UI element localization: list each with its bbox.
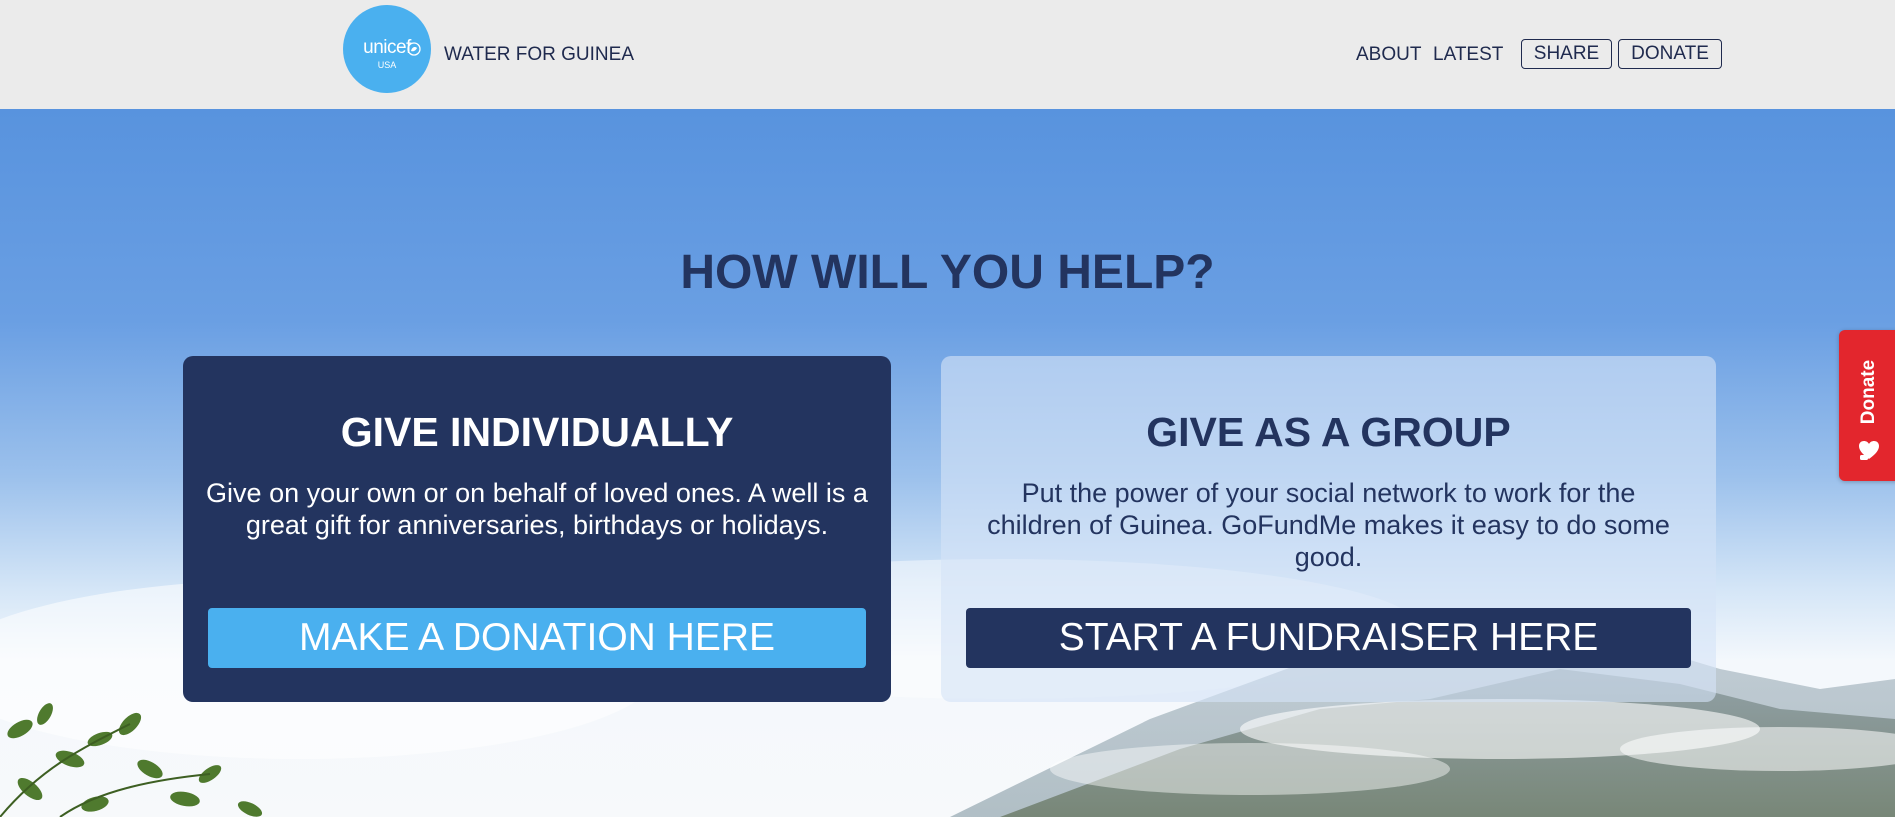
globe-icon	[407, 42, 421, 56]
hero-section: HOW WILL YOU HELP? GIVE INDIVIDUALLY Giv…	[0, 109, 1895, 817]
unicef-usa-logo[interactable]: unicef USA	[343, 5, 431, 93]
start-fundraiser-button[interactable]: START A FUNDRAISER HERE	[966, 608, 1691, 668]
donate-button[interactable]: DONATE	[1618, 39, 1722, 69]
make-donation-button[interactable]: MAKE A DONATION HERE	[208, 608, 866, 668]
card-title: GIVE INDIVIDUALLY	[340, 409, 734, 455]
give-individually-card: GIVE INDIVIDUALLY Give on your own or on…	[183, 356, 891, 702]
card-description: Give on your own or on behalf of loved o…	[206, 478, 868, 540]
heart-hand-icon	[1859, 441, 1879, 460]
site-header: unicef USA WATER FOR GUINEA ABOUT LATEST…	[0, 0, 1895, 109]
card-title: GIVE AS A GROUP	[1146, 409, 1511, 455]
donate-tab-label: Donate	[1858, 359, 1879, 425]
give-as-group-card: GIVE AS A GROUP Put the power of your so…	[941, 356, 1716, 702]
nav-about-link[interactable]: ABOUT	[1356, 44, 1421, 66]
section-heading: HOW WILL YOU HELP?	[680, 246, 1215, 299]
logo-subtext: USA	[377, 60, 397, 70]
share-button[interactable]: SHARE	[1521, 39, 1612, 69]
page: unicef USA WATER FOR GUINEA ABOUT LATEST…	[0, 0, 1895, 817]
nav-latest-link[interactable]: LATEST	[1433, 44, 1503, 66]
site-title[interactable]: WATER FOR GUINEA	[444, 44, 634, 66]
card-description: Put the power of your social network to …	[987, 478, 1670, 572]
floating-donate-tab[interactable]: Donate	[1839, 330, 1895, 481]
